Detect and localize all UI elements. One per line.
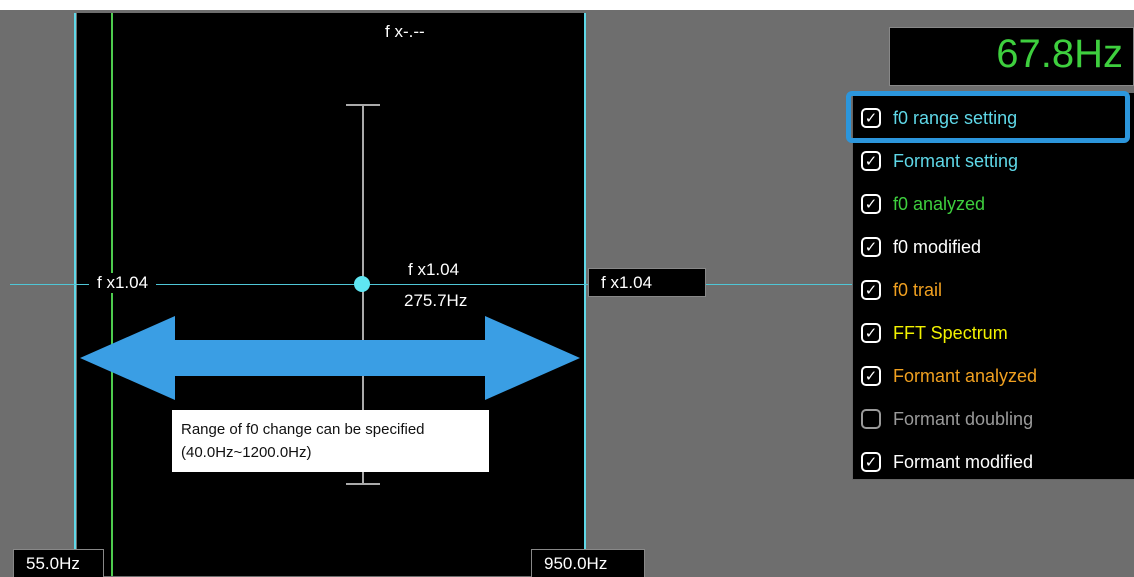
top-strip [0, 0, 1134, 10]
right-scale-box: f x1.04 [588, 268, 706, 297]
display-options-panel: ✓ f0 range setting ✓ Formant setting ✓ f… [852, 93, 1134, 480]
option-fft-spectrum[interactable]: ✓ FFT Spectrum [861, 315, 1008, 351]
range-high-value: 950.0Hz [544, 554, 608, 573]
checkbox-icon[interactable]: ✓ [861, 323, 881, 343]
checkbox-icon[interactable]: ✓ [861, 366, 881, 386]
frequency-readout-value: 67.8Hz [996, 32, 1123, 76]
range-high-field[interactable]: 950.0Hz [531, 549, 645, 577]
option-label: f0 analyzed [893, 193, 986, 214]
annotation-line-1: Range of f0 change can be specified [181, 421, 425, 438]
checkbox-icon[interactable]: ✓ [861, 194, 881, 214]
annotation-line-2: (40.0Hz~1200.0Hz) [181, 444, 312, 461]
checkbox-icon[interactable]: ✓ [861, 280, 881, 300]
center-frequency-label: 275.7Hz [404, 291, 468, 310]
highlight-frame [846, 91, 1130, 143]
f0-plot-area[interactable] [77, 13, 585, 576]
f0-analyzed-line [111, 13, 113, 576]
center-scale-label: f x1.04 [408, 260, 460, 279]
checkbox-icon[interactable] [861, 409, 881, 429]
option-formant-doubling[interactable]: Formant doubling [861, 401, 1033, 437]
option-formant-setting[interactable]: ✓ Formant setting [861, 143, 1018, 179]
checkbox-icon[interactable]: ✓ [861, 151, 881, 171]
top-scale-label: f x-.-- [385, 22, 425, 41]
option-formant-analyzed[interactable]: ✓ Formant analyzed [861, 358, 1037, 394]
annotation-tooltip: Range of f0 change can be specified (40.… [172, 410, 489, 472]
range-low-field[interactable]: 55.0Hz [13, 549, 104, 577]
f0-handle[interactable] [354, 276, 370, 292]
left-scale-label: f x1.04 [97, 273, 149, 292]
range-low-value: 55.0Hz [26, 554, 80, 573]
left-scale-box: f x1.04 [89, 273, 157, 293]
option-formant-modified[interactable]: ✓ Formant modified [861, 444, 1033, 480]
option-label: f0 trail [893, 279, 943, 300]
option-label: f0 modified [893, 236, 982, 257]
checkbox-icon[interactable]: ✓ [861, 237, 881, 257]
right-scale-label: f x1.04 [601, 273, 653, 292]
f0-range-top-cap [346, 104, 380, 106]
frequency-readout: 67.8Hz [889, 27, 1134, 86]
option-label: Formant setting [893, 150, 1019, 171]
f0-range-bottom-cap [346, 483, 380, 485]
option-f0-analyzed[interactable]: ✓ f0 analyzed [861, 186, 985, 222]
double-arrow-icon [80, 316, 580, 400]
option-label: Formant doubling [893, 408, 1034, 429]
range-high-line[interactable] [584, 13, 586, 576]
option-f0-modified[interactable]: ✓ f0 modified [861, 229, 981, 265]
checkbox-icon[interactable]: ✓ [861, 452, 881, 472]
option-f0-trail[interactable]: ✓ f0 trail [861, 272, 942, 308]
range-low-line[interactable] [74, 13, 76, 576]
option-label: Formant modified [893, 451, 1034, 472]
option-label: FFT Spectrum [893, 322, 1008, 343]
option-label: Formant analyzed [893, 365, 1038, 386]
